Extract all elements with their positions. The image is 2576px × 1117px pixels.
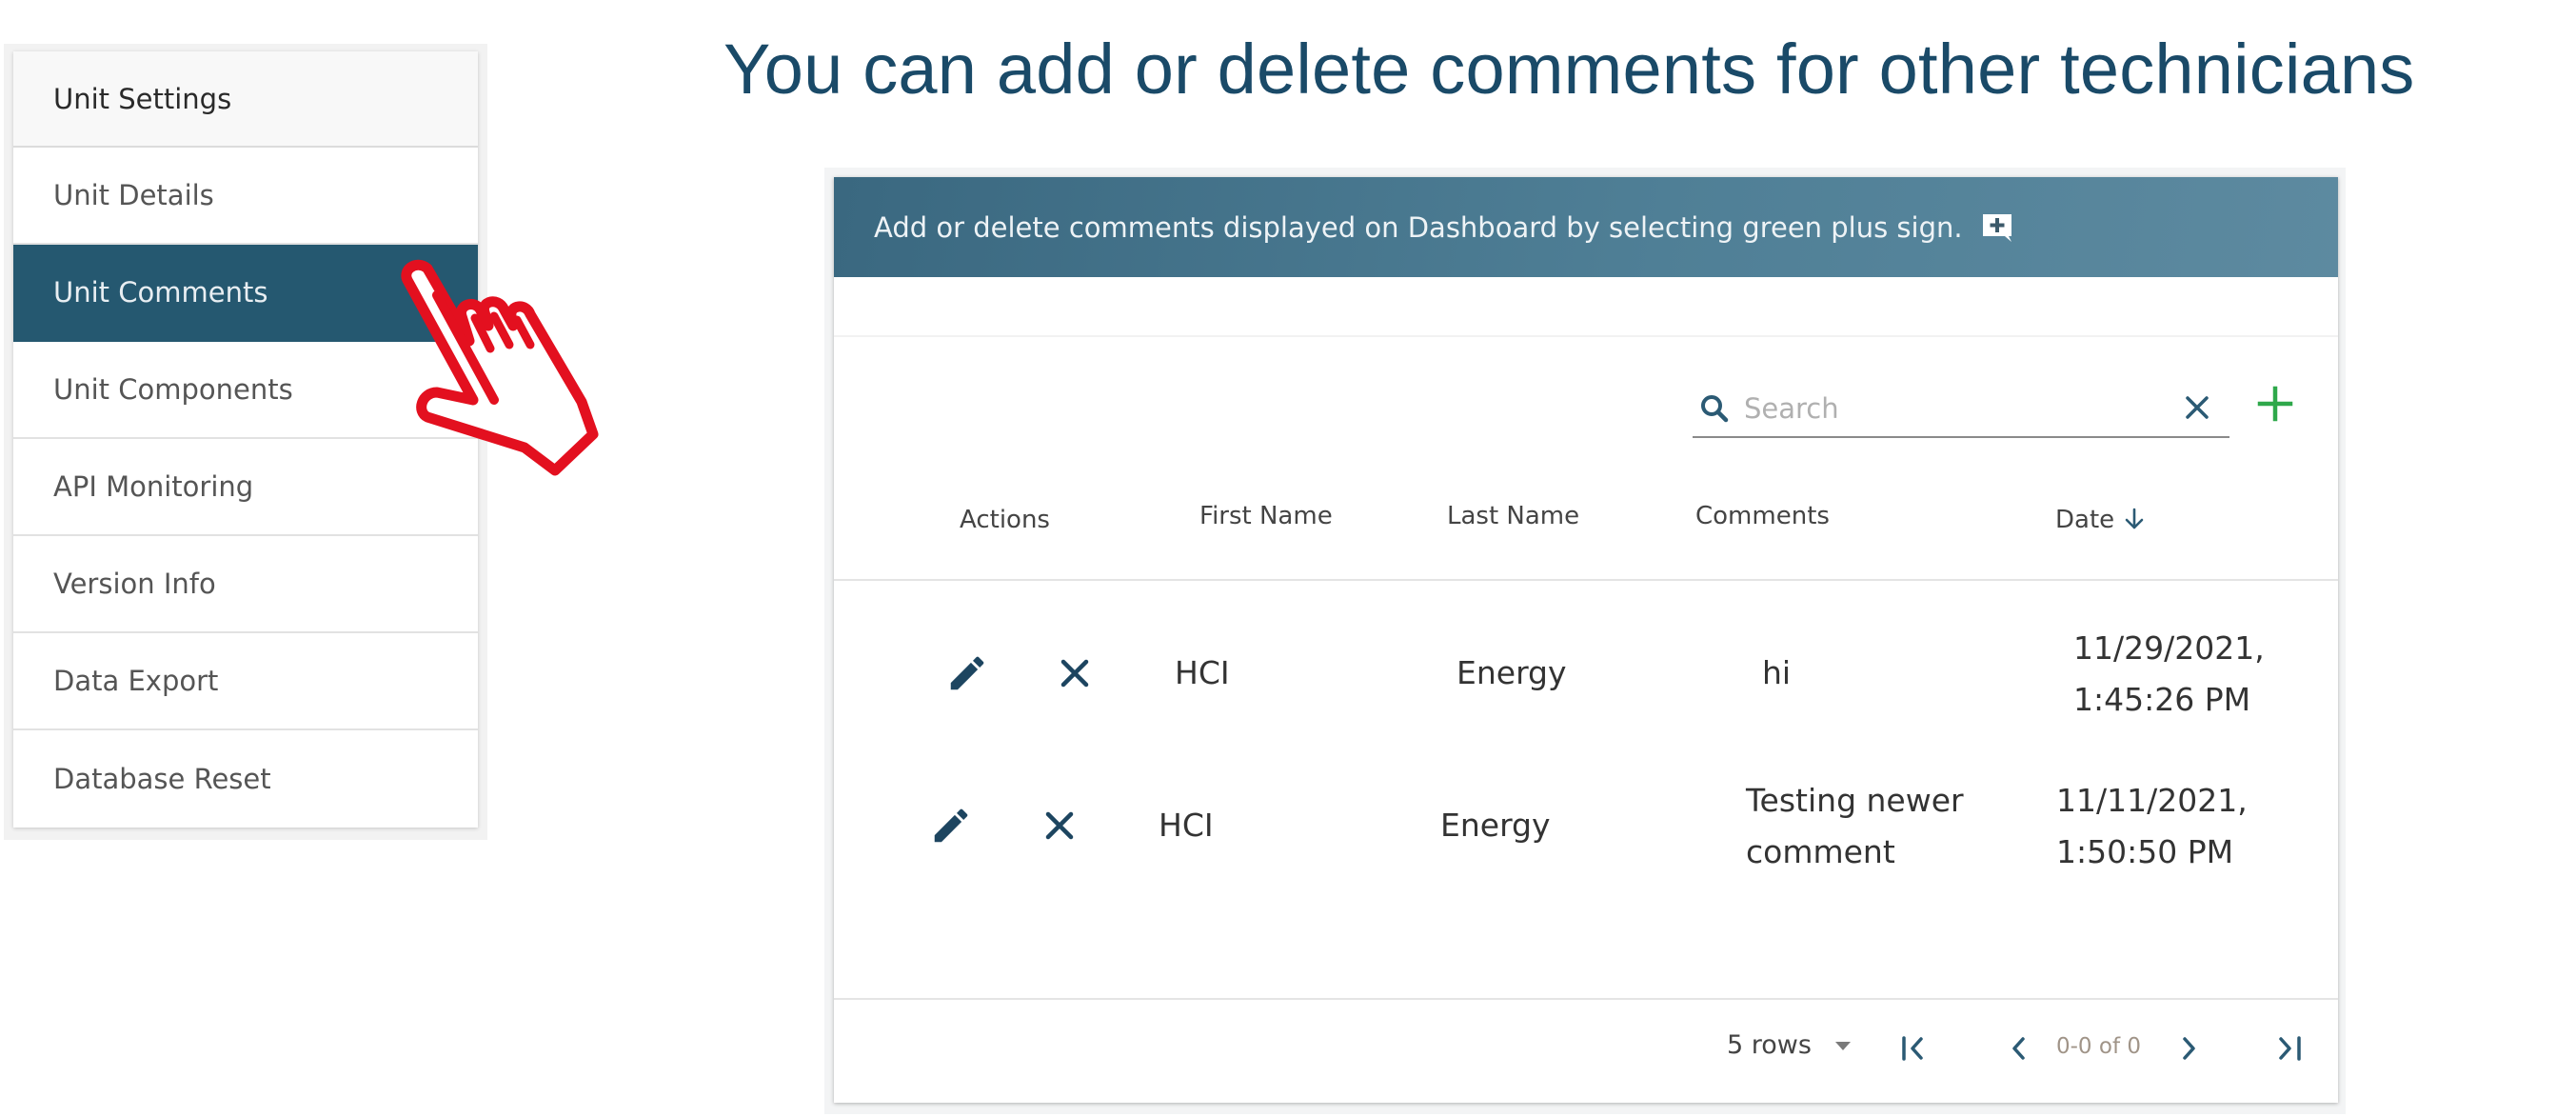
cell-date: 11/11/2021, (2056, 782, 2248, 819)
cell-time: 1:45:26 PM (2073, 681, 2251, 718)
search-field (1693, 381, 2229, 438)
page-range: 0-0 of 0 (2056, 1034, 2141, 1059)
sidebar-header: Unit Settings (13, 51, 478, 148)
table-row: HCI Energy hi 11/29/2021, 1:45:26 PM (834, 625, 2338, 768)
sidebar-item-version-info[interactable]: Version Info (13, 536, 478, 633)
delete-icon[interactable] (1038, 804, 1081, 848)
card-header-text: Add or delete comments displayed on Dash… (874, 210, 1963, 244)
cell-first-name: HCI (1175, 654, 1230, 691)
column-header-actions: Actions (960, 506, 1050, 534)
cell-last-name: Energy (1440, 807, 1551, 844)
caret-down-icon (1834, 1041, 1851, 1050)
edit-icon[interactable] (945, 651, 989, 695)
column-header-last-name[interactable]: Last Name (1447, 502, 1579, 530)
header-divider (834, 579, 2338, 581)
column-header-date[interactable]: Date (2055, 506, 2147, 534)
column-header-first-name[interactable]: First Name (1199, 502, 1333, 530)
card-header: Add or delete comments displayed on Dash… (834, 177, 2338, 277)
cell-comment: Testing newer (1746, 782, 1964, 819)
arrow-down-icon[interactable] (2122, 507, 2147, 531)
add-comment-button[interactable] (2256, 385, 2294, 423)
sidebar-item-data-export[interactable]: Data Export (13, 633, 478, 730)
cell-comment-line-2: comment (1746, 833, 1895, 870)
search-icon (1701, 395, 1729, 423)
first-page-icon[interactable] (1896, 1030, 1932, 1067)
search-input[interactable] (1744, 392, 2144, 425)
next-page-icon[interactable] (2170, 1030, 2207, 1067)
column-header-date-label: Date (2055, 506, 2115, 534)
cell-last-name: Energy (1456, 654, 1567, 691)
toolbar-divider (834, 335, 2338, 337)
hand-pointer-icon (401, 259, 599, 476)
add-comment-icon (1982, 213, 2011, 242)
pagination-bar: 5 rows 0-0 of 0 (834, 1000, 2338, 1103)
cell-first-name: HCI (1159, 807, 1214, 844)
delete-icon[interactable] (1053, 651, 1097, 695)
column-header-comments[interactable]: Comments (1695, 502, 1830, 530)
edit-icon[interactable] (929, 804, 973, 848)
cell-comment: hi (1762, 654, 1792, 691)
table-row: HCI Energy Testing newer comment 11/11/2… (834, 777, 2338, 920)
rows-per-page-value: 5 rows (1727, 1030, 1812, 1060)
cell-date: 11/29/2021, (2073, 629, 2265, 667)
unit-comments-card: Add or delete comments displayed on Dash… (834, 177, 2338, 1103)
cell-time: 1:50:50 PM (2056, 833, 2234, 870)
previous-page-icon[interactable] (2001, 1030, 2037, 1067)
rows-per-page-select[interactable]: 5 rows (1727, 1030, 1853, 1060)
last-page-icon[interactable] (2271, 1030, 2308, 1067)
sidebar-item-database-reset[interactable]: Database Reset (13, 730, 478, 828)
clear-search-icon[interactable] (2182, 392, 2212, 423)
page-title: You can add or delete comments for other… (723, 30, 2415, 109)
sidebar-item-unit-details[interactable]: Unit Details (13, 148, 478, 245)
